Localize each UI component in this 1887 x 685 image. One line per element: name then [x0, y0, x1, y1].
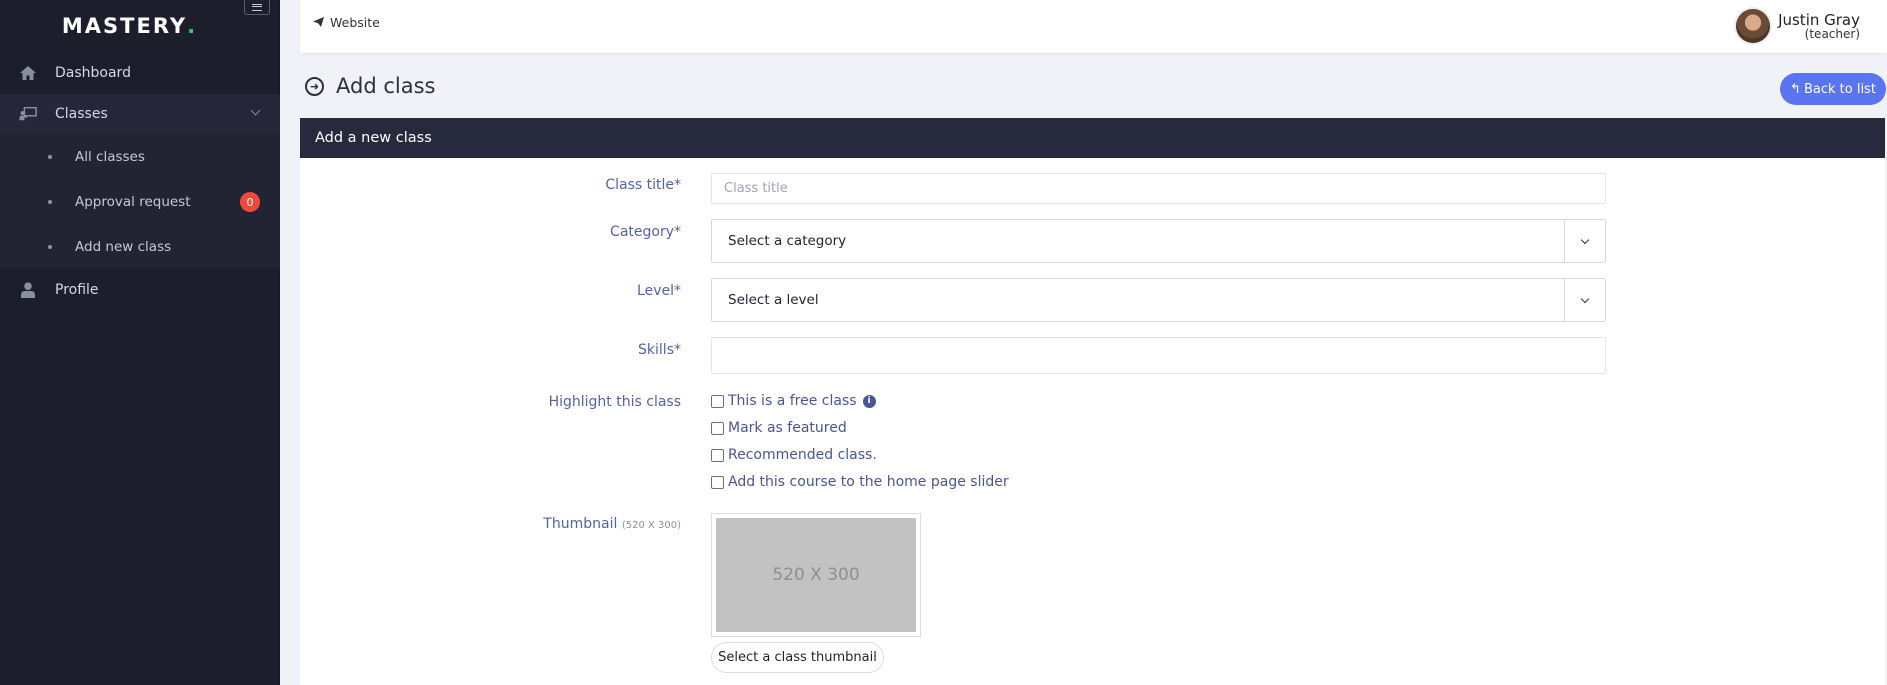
featured-checkbox[interactable]: Mark as featured — [711, 420, 847, 436]
thumbnail-label: Thumbnail (520 X 300) — [543, 516, 681, 532]
teacher-board-icon — [19, 105, 37, 123]
checkbox[interactable] — [711, 421, 724, 435]
bullet-icon — [48, 200, 52, 204]
highlight-label: Highlight this class — [548, 394, 681, 410]
category-select[interactable]: Select a category — [711, 219, 1606, 263]
bullet-icon — [48, 155, 52, 159]
checkbox[interactable] — [711, 475, 724, 489]
sidebar-subitem-all-classes[interactable]: All classes — [0, 142, 280, 172]
class-title-input[interactable]: Class title — [711, 173, 1606, 204]
logo-dot: . — [187, 14, 198, 38]
class-title-label: Class title* — [605, 177, 681, 193]
home-icon — [19, 64, 37, 82]
sidebar-item-label: Dashboard — [55, 65, 131, 81]
avatar — [1734, 7, 1773, 45]
website-link-label: Website — [330, 15, 380, 30]
category-label: Category* — [610, 224, 681, 240]
chevron-down-icon — [1580, 235, 1590, 245]
sidebar-subitem-label: All classes — [75, 149, 145, 165]
chevron-down-icon — [250, 105, 261, 116]
skills-input[interactable] — [711, 337, 1606, 374]
hamburger-icon — [252, 3, 262, 11]
free-class-label: This is a free class — [728, 393, 857, 409]
back-to-list-button[interactable]: ↰ Back to list — [1780, 73, 1886, 105]
thumbnail-preview: 520 X 300 — [711, 513, 921, 637]
select-thumbnail-button[interactable]: Select a class thumbnail — [711, 642, 884, 673]
sidebar-subitem-label: Add new class — [75, 239, 172, 255]
menu-toggle-button[interactable] — [244, 0, 270, 15]
website-link[interactable]: Website — [313, 15, 380, 30]
sidebar-item-profile[interactable]: Profile — [0, 275, 280, 305]
card-title: Add a new class — [300, 118, 1885, 158]
free-class-checkbox[interactable]: This is a free class i — [711, 393, 876, 409]
category-selected-value: Select a category — [728, 233, 847, 249]
class-title-placeholder: Class title — [724, 181, 788, 196]
recommended-label: Recommended class. — [728, 447, 877, 463]
user-icon — [19, 281, 37, 299]
level-label: Level* — [637, 283, 681, 299]
chevron-down-icon — [1580, 294, 1590, 304]
thumbnail-size-hint: (520 X 300) — [621, 520, 681, 531]
user-menu[interactable]: Justin Gray (teacher) — [1734, 7, 1860, 45]
reply-arrow-icon: ↰ — [1790, 81, 1801, 97]
level-selected-value: Select a level — [728, 292, 819, 308]
sidebar-item-label: Classes — [55, 106, 108, 122]
info-icon[interactable]: i — [862, 394, 876, 408]
sidebar-subitem-label: Approval request — [75, 194, 191, 210]
select-divider — [1564, 220, 1565, 262]
checkbox[interactable] — [711, 448, 724, 462]
sidebar-item-classes[interactable]: Classes — [0, 94, 280, 134]
recommended-checkbox[interactable]: Recommended class. — [711, 447, 877, 463]
home-slider-checkbox[interactable]: Add this course to the home page slider — [711, 474, 1009, 490]
thumbnail-label-text: Thumbnail — [543, 516, 618, 532]
select-divider — [1564, 279, 1565, 321]
logo[interactable]: MASTERY. — [0, 0, 279, 52]
bullet-icon — [48, 245, 52, 249]
sidebar-subitem-add-new-class[interactable]: Add new class — [0, 232, 280, 262]
home-slider-label: Add this course to the home page slider — [728, 474, 1009, 490]
checkbox[interactable] — [711, 394, 724, 408]
thumbnail-placeholder: 520 X 300 — [716, 518, 916, 632]
logo-text: MASTERY — [61, 14, 188, 38]
sidebar-subitem-approval-request[interactable]: Approval request 0 — [0, 187, 280, 217]
user-role: (teacher) — [1804, 27, 1860, 41]
featured-label: Mark as featured — [728, 420, 847, 436]
back-to-list-label: Back to list — [1803, 81, 1876, 97]
paper-plane-icon — [313, 15, 324, 30]
sidebar-item-label: Profile — [55, 282, 99, 298]
top-bar: Website Justin Gray (teacher) — [300, 0, 1887, 53]
count-badge: 0 — [240, 192, 260, 212]
arrow-circle-right-icon: ➜ — [305, 76, 324, 96]
level-select[interactable]: Select a level — [711, 278, 1606, 322]
page-title-text: Add class — [336, 74, 436, 98]
page-title: ➜ Add class — [305, 74, 435, 98]
sidebar-item-dashboard[interactable]: Dashboard — [0, 58, 280, 88]
sidebar: MASTERY. Dashboard Classes All classes A… — [0, 0, 280, 685]
skills-label: Skills* — [638, 342, 681, 358]
